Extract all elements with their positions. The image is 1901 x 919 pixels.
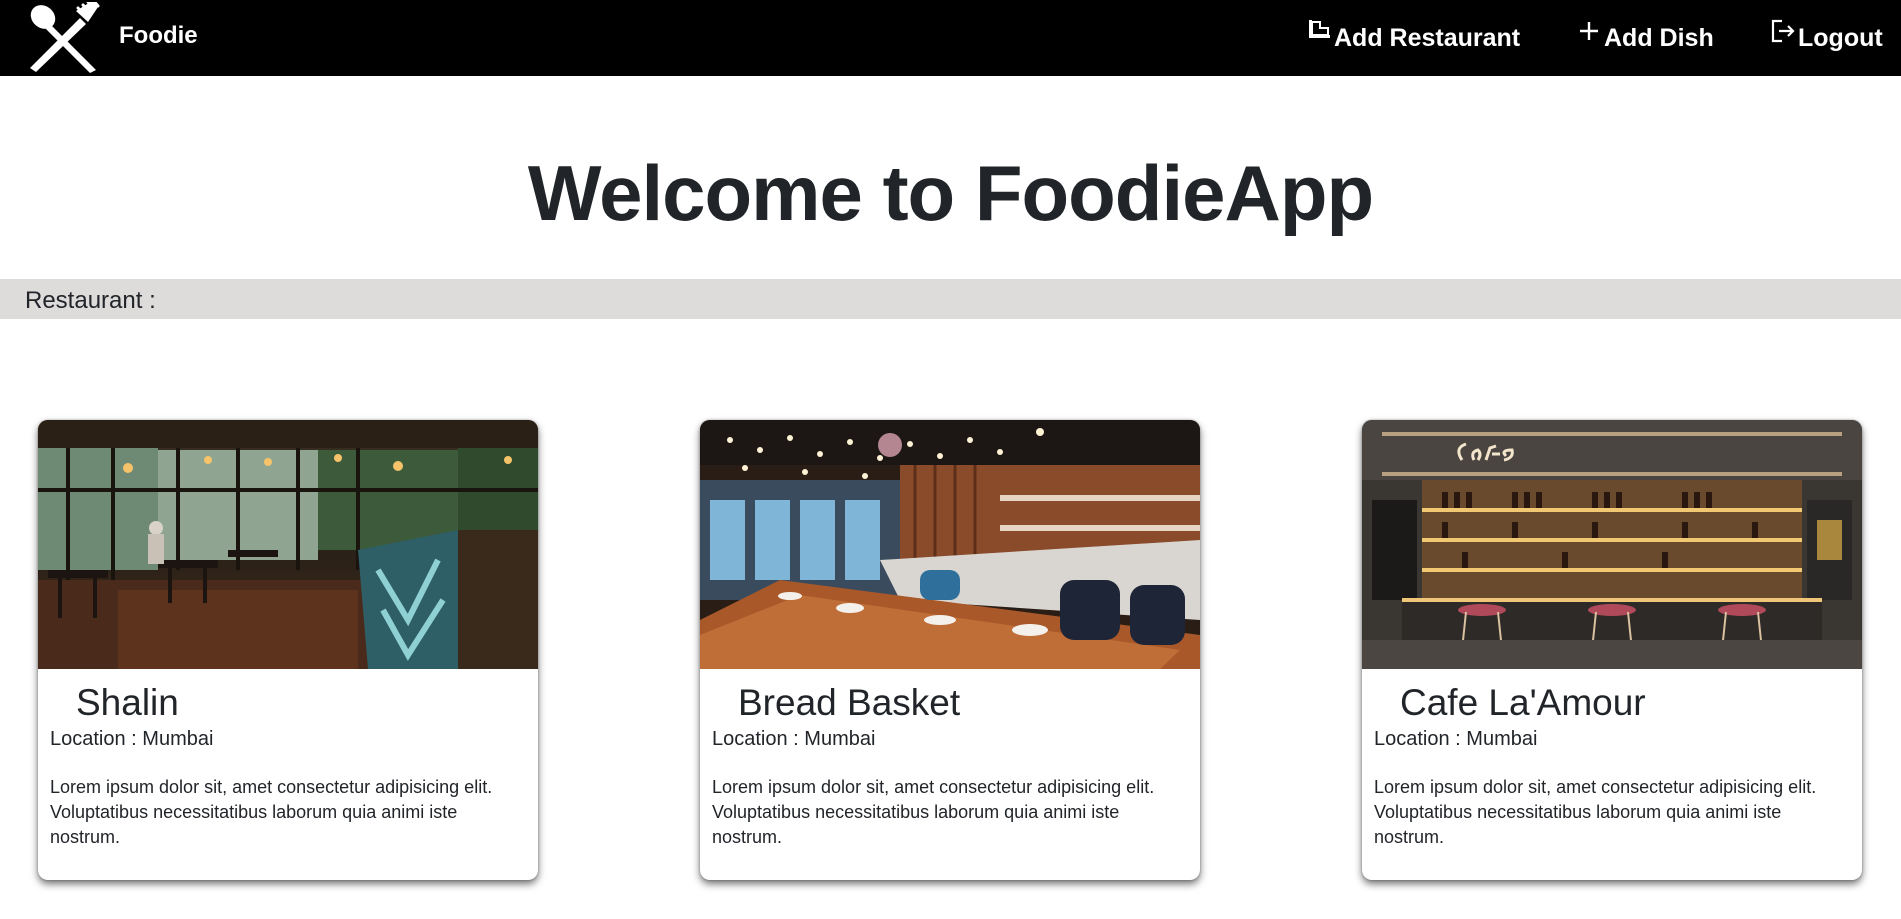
restaurant-dining-table-photo — [700, 420, 1200, 669]
plus-icon — [1576, 18, 1602, 44]
brand-link[interactable]: Foodie — [26, 0, 198, 76]
cafe-bar-counter-photo — [1362, 420, 1862, 669]
nav-add-restaurant-link[interactable]: Add Restaurant — [1306, 0, 1520, 76]
restaurant-location: Location : Mumbai — [712, 728, 876, 750]
brand-name: Foodie — [119, 22, 198, 49]
add-restaurant-icon — [1306, 18, 1332, 44]
restaurant-card[interactable]: Cafe La'Amour Location : Mumbai Lorem ip… — [1362, 420, 1862, 880]
restaurant-name: Bread Basket — [738, 682, 961, 723]
navbar: Foodie Add Restaurant Add Dish Logout — [0, 0, 1901, 76]
nav-add-dish-label: Add Dish — [1604, 23, 1714, 52]
logout-icon — [1770, 18, 1796, 44]
restaurant-name: Cafe La'Amour — [1400, 682, 1646, 723]
restaurant-location: Location : Mumbai — [1374, 728, 1538, 750]
restaurant-description: Lorem ipsum dolor sit, amet consectetur … — [712, 777, 1155, 847]
restaurant-description: Lorem ipsum dolor sit, amet consectetur … — [1374, 777, 1817, 847]
restaurant-description: Lorem ipsum dolor sit, amet consectetur … — [50, 777, 493, 847]
spoon-fork-logo-icon — [30, 2, 100, 73]
section-label: Restaurant : — [25, 287, 156, 314]
section-header-bar: Restaurant : — [0, 279, 1901, 319]
page-title: Welcome to FoodieApp — [527, 149, 1374, 237]
nav-logout-label: Logout — [1798, 23, 1883, 52]
restaurant-card[interactable]: Shalin Location : Mumbai Lorem ipsum dol… — [38, 420, 538, 880]
nav-add-restaurant-label: Add Restaurant — [1334, 23, 1521, 52]
restaurant-card[interactable]: Bread Basket Location : Mumbai Lorem ips… — [700, 420, 1200, 880]
nav-add-dish-link[interactable]: Add Dish — [1576, 0, 1714, 76]
nav-logout-link[interactable]: Logout — [1770, 0, 1883, 76]
restaurant-location: Location : Mumbai — [50, 728, 214, 750]
restaurant-name: Shalin — [76, 682, 179, 723]
page: Foodie Add Restaurant Add Dish Logout We… — [0, 0, 1901, 919]
restaurant-interior-photo — [38, 420, 538, 669]
